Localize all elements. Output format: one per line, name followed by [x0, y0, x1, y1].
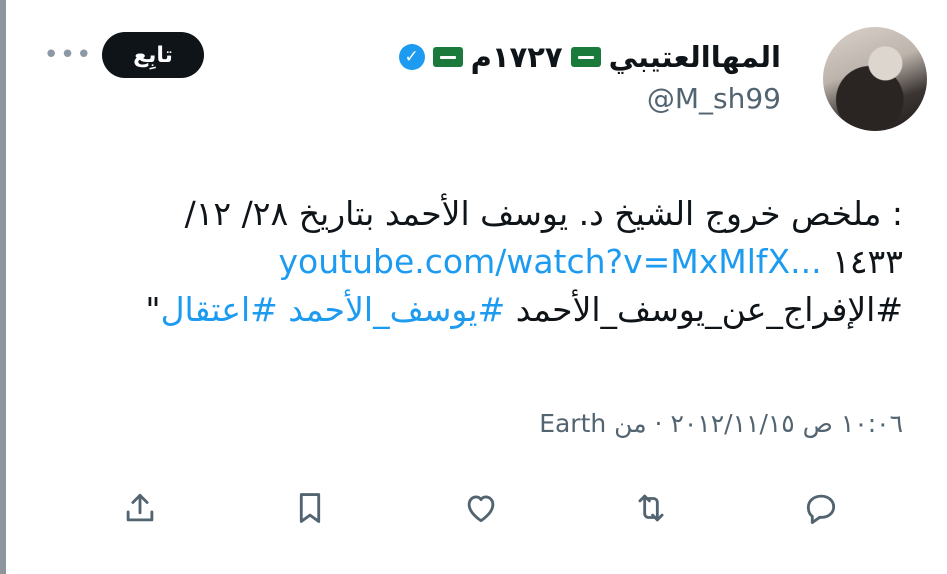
bookmark-button[interactable]: [288, 486, 332, 530]
hashtag-link-1[interactable]: #يوسف_الأحمد: [288, 290, 505, 329]
reply-icon: [806, 494, 836, 524]
like-button[interactable]: [459, 486, 503, 530]
saudi-flag-icon: [570, 47, 601, 67]
display-name-extra: ١٧٢٧م: [470, 40, 563, 74]
hashtag-plain: #الإفراج_عن_يوسف_الأحمد: [515, 290, 903, 329]
retweet-icon: [638, 494, 664, 522]
more-icon[interactable]: •••: [44, 38, 92, 72]
display-name[interactable]: المهاالعتيبي: [609, 38, 781, 76]
saudi-flag-icon: [432, 47, 463, 67]
tweet-card: المهاالعتيبي ١٧٢٧م ✓ @M_sh99 تابِع ••• :…: [6, 0, 947, 574]
action-bar: [118, 486, 843, 530]
bookmark-icon: [300, 493, 321, 523]
youtube-link[interactable]: youtube.com/watch?v=MxMlfX...: [279, 242, 822, 281]
tweet-line-3: #الإفراج_عن_يوسف_الأحمد #يوسف_الأحمد #اع…: [76, 286, 903, 334]
share-button[interactable]: [118, 486, 162, 530]
user-handle[interactable]: @M_sh99: [647, 82, 781, 115]
tweet-text: : ملخص خروج الشيخ د. يوسف الأحمد بتاريخ …: [76, 190, 903, 334]
like-icon: [467, 495, 494, 523]
share-icon: [126, 493, 154, 522]
tweet-date-text: ١٤٣٣: [832, 242, 903, 281]
reply-button[interactable]: [799, 486, 843, 530]
tweet-timestamp[interactable]: ١٠:٠٦ ص ٢٠١٢/١١/١٥ · من Earth: [539, 409, 903, 438]
hashtag-link-2[interactable]: #اعتقال: [161, 290, 278, 329]
follow-button[interactable]: تابِع: [102, 32, 204, 78]
verified-badge-icon[interactable]: ✓: [398, 44, 425, 70]
closing-quote: ": [145, 290, 161, 329]
author-name-row[interactable]: المهاالعتيبي ١٧٢٧م ✓: [398, 38, 781, 76]
avatar[interactable]: [823, 27, 927, 131]
tweet-line-2: ١٤٣٣ youtube.com/watch?v=MxMlfX...: [76, 238, 903, 286]
retweet-button[interactable]: [629, 486, 673, 530]
tweet-line-1: : ملخص خروج الشيخ د. يوسف الأحمد بتاريخ …: [184, 194, 903, 233]
